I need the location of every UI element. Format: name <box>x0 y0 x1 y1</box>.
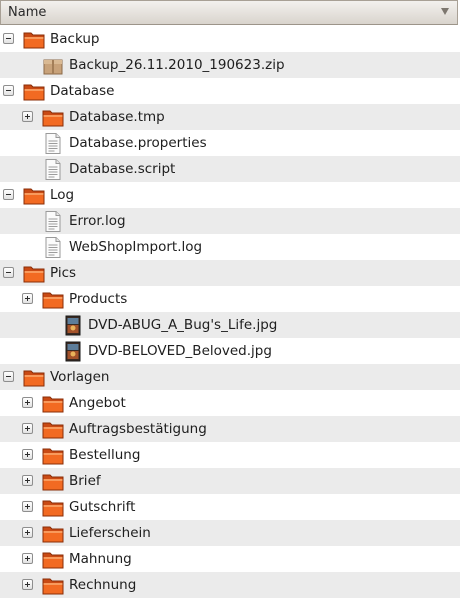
tree-row[interactable]: Bestellung <box>0 442 460 468</box>
collapse-icon[interactable] <box>3 33 14 44</box>
column-title: Name <box>8 5 47 20</box>
tree-row[interactable]: Products <box>0 286 460 312</box>
tree-item-label: Backup_26.11.2010_190623.zip <box>69 57 285 73</box>
tree-item-label: Vorlagen <box>50 369 110 385</box>
tree-row[interactable]: Backup <box>0 26 460 52</box>
expand-icon[interactable] <box>22 397 33 408</box>
folder-icon <box>22 28 46 50</box>
collapse-icon[interactable] <box>3 189 14 200</box>
collapse-icon[interactable] <box>3 85 14 96</box>
tree-item-label: Rechnung <box>69 577 137 593</box>
image-thumbnail-icon <box>63 314 87 336</box>
file-tree-view: Name Backup Backup_26.11.2010_190623.zip D… <box>0 0 460 599</box>
collapse-icon[interactable] <box>3 267 14 278</box>
tree-item-label: Products <box>69 291 128 307</box>
tree-row[interactable]: Database <box>0 78 460 104</box>
expand-icon[interactable] <box>22 475 33 486</box>
tree-row[interactable]: Gutschrift <box>0 494 460 520</box>
tree-row[interactable]: Mahnung <box>0 546 460 572</box>
folder-icon <box>22 184 46 206</box>
folder-icon <box>41 496 65 518</box>
folder-icon <box>41 106 65 128</box>
tree-item-label: DVD-BELOVED_Beloved.jpg <box>88 343 272 359</box>
folder-icon <box>41 288 65 310</box>
tree-item-label: Auftragsbestätigung <box>69 421 207 437</box>
tree-row[interactable]: Backup_26.11.2010_190623.zip <box>0 52 460 78</box>
tree-item-label: Mahnung <box>69 551 132 567</box>
folder-icon <box>22 262 46 284</box>
image-thumbnail-icon <box>63 340 87 362</box>
text-file-icon <box>41 210 65 232</box>
tree-row[interactable]: Auftragsbestätigung <box>0 416 460 442</box>
folder-icon <box>22 80 46 102</box>
tree-item-label: Brief <box>69 473 101 489</box>
tree-item-label: Pics <box>50 265 77 281</box>
tree-row[interactable]: Angebot <box>0 390 460 416</box>
tree-row[interactable]: Lieferschein <box>0 520 460 546</box>
tree-row[interactable]: Error.log <box>0 208 460 234</box>
tree-rows: Backup Backup_26.11.2010_190623.zip Databa… <box>0 26 460 598</box>
tree-row[interactable]: DVD-ABUG_A_Bug's_Life.jpg <box>0 312 460 338</box>
expand-icon[interactable] <box>22 423 33 434</box>
tree-item-label: Bestellung <box>69 447 141 463</box>
tree-item-label: Database.tmp <box>69 109 165 125</box>
folder-icon <box>41 418 65 440</box>
folder-icon <box>41 574 65 596</box>
column-header-name[interactable]: Name <box>0 0 458 25</box>
folder-icon <box>41 522 65 544</box>
tree-item-label: Database <box>50 83 115 99</box>
expand-icon[interactable] <box>22 293 33 304</box>
expand-icon[interactable] <box>22 449 33 460</box>
tree-item-label: Log <box>50 187 75 203</box>
folder-icon <box>41 548 65 570</box>
tree-row[interactable]: Vorlagen <box>0 364 460 390</box>
expand-icon[interactable] <box>22 553 33 564</box>
tree-row[interactable]: Log <box>0 182 460 208</box>
tree-item-label: Lieferschein <box>69 525 151 541</box>
text-file-icon <box>41 158 65 180</box>
tree-item-label: Angebot <box>69 395 126 411</box>
folder-icon <box>41 470 65 492</box>
tree-item-label: Gutschrift <box>69 499 136 515</box>
tree-item-label: Backup <box>50 31 100 47</box>
tree-row[interactable]: DVD-BELOVED_Beloved.jpg <box>0 338 460 364</box>
folder-icon <box>22 366 46 388</box>
tree-item-label: DVD-ABUG_A_Bug's_Life.jpg <box>88 317 278 333</box>
zip-archive-icon <box>41 54 65 76</box>
expand-icon[interactable] <box>22 527 33 538</box>
tree-row[interactable]: Pics <box>0 260 460 286</box>
tree-row[interactable]: WebShopImport.log <box>0 234 460 260</box>
sort-arrow-icon[interactable] <box>441 8 449 15</box>
text-file-icon <box>41 132 65 154</box>
text-file-icon <box>41 236 65 258</box>
tree-item-label: WebShopImport.log <box>69 239 203 255</box>
expand-icon[interactable] <box>22 501 33 512</box>
tree-item-label: Error.log <box>69 213 126 229</box>
tree-row[interactable]: Database.tmp <box>0 104 460 130</box>
tree-row[interactable]: Brief <box>0 468 460 494</box>
expand-icon[interactable] <box>22 111 33 122</box>
tree-row[interactable]: Database.script <box>0 156 460 182</box>
tree-row[interactable]: Rechnung <box>0 572 460 598</box>
tree-row[interactable]: Database.properties <box>0 130 460 156</box>
collapse-icon[interactable] <box>3 371 14 382</box>
folder-icon <box>41 444 65 466</box>
tree-item-label: Database.script <box>69 161 176 177</box>
folder-icon <box>41 392 65 414</box>
expand-icon[interactable] <box>22 579 33 590</box>
tree-item-label: Database.properties <box>69 135 207 151</box>
